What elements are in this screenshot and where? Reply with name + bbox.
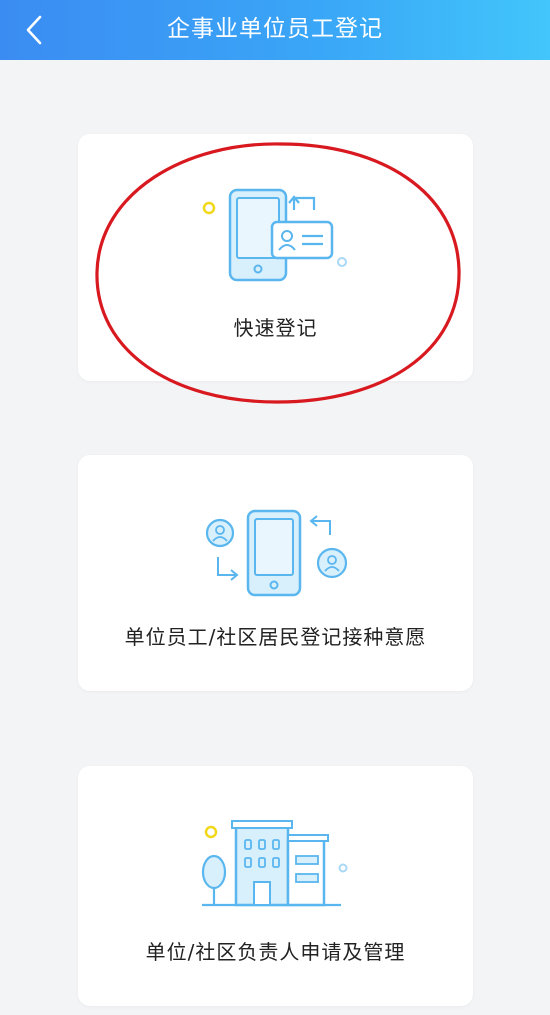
header-bar: 企事业单位员工登记 <box>0 0 550 60</box>
manager-apply-card[interactable]: 单位/社区负责人申请及管理 <box>78 766 473 1006</box>
card-label: 单位/社区负责人申请及管理 <box>145 940 406 964</box>
quick-register-card[interactable]: 快速登记 <box>78 134 473 381</box>
page-title: 企事业单位员工登记 <box>167 16 383 42</box>
building-icon <box>201 820 348 907</box>
phone-id-card-icon <box>202 188 347 282</box>
willingness-register-card[interactable]: 单位员工/社区居民登记接种意愿 <box>78 455 473 691</box>
phone-users-icon <box>205 509 348 597</box>
card-label: 快速登记 <box>233 316 318 340</box>
card-label: 单位员工/社区居民登记接种意愿 <box>124 625 427 649</box>
